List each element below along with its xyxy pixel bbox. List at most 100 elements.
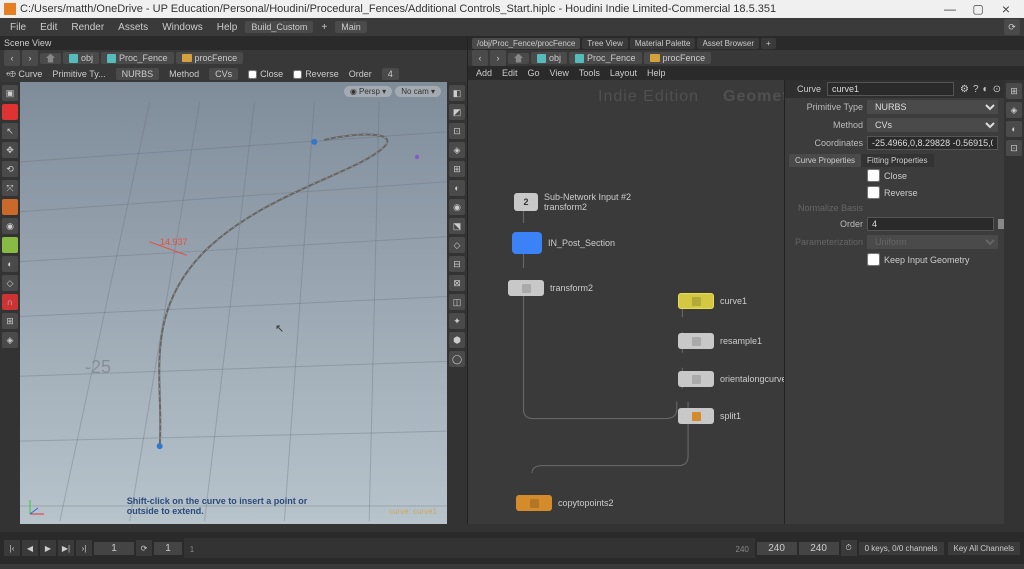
disp-b-icon[interactable]: ◩ [449,104,465,120]
disp-m-icon[interactable]: ✦ [449,313,465,329]
menu-edit[interactable]: Edit [34,20,63,35]
bc-obj[interactable]: obj [63,52,99,64]
play-prev-icon[interactable]: ◀ [22,540,38,556]
play-end-icon[interactable]: ›| [76,540,92,556]
tool-rotate-icon[interactable]: ⟲ [2,161,18,177]
disp-i-icon[interactable]: ◇ [449,237,465,253]
close-checkbox[interactable]: Close [248,69,283,79]
disp-f-icon[interactable]: ◐ [449,180,465,196]
tool-green-icon[interactable] [2,237,18,253]
menu-windows[interactable]: Windows [156,20,209,35]
tool-select-icon[interactable]: ▣ [2,85,18,101]
net-bc-home[interactable] [508,53,529,64]
gear-icon[interactable]: ⚙ [960,84,969,95]
order-field[interactable]: 4 [382,68,399,80]
net-bc-proc[interactable]: Proc_Fence [569,52,642,64]
help-icon[interactable]: ? [973,84,979,95]
tab-matpal[interactable]: Material Palette [630,38,696,49]
tab-assetbrowser[interactable]: Asset Browser [697,38,759,49]
disp-n-icon[interactable]: ⬢ [449,332,465,348]
play-icon[interactable]: ▶ [40,540,56,556]
tool-e-icon[interactable]: ◈ [2,332,18,348]
menu-file[interactable]: File [4,20,32,35]
bc-folder[interactable]: procFence [176,52,244,64]
tool-scale-icon[interactable]: ⤧ [2,180,18,196]
node-resample1[interactable]: resample1 [678,333,762,349]
tool-c-icon[interactable]: ◇ [2,275,18,291]
primtype-combo[interactable]: NURBS [116,68,160,80]
tool-red-icon[interactable] [2,104,18,120]
coord-param[interactable] [867,136,998,150]
node-copytopoints[interactable]: copytopoints2 [516,495,614,511]
netmenu-edit[interactable]: Edit [502,68,518,78]
close-param[interactable] [867,169,880,182]
tab-treeview[interactable]: Tree View [582,38,628,49]
node-subnet-input[interactable]: 2 Sub-Network Input #2 transform2 [514,192,631,212]
disp-g-icon[interactable]: ◉ [449,199,465,215]
back-icon[interactable]: ‹ [4,50,20,66]
netmenu-layout[interactable]: Layout [610,68,637,78]
disp-k-icon[interactable]: ⊠ [449,275,465,291]
disp-d-icon[interactable]: ◈ [449,142,465,158]
loop-icon[interactable]: ⟳ [136,540,152,556]
primtype-param[interactable]: NURBS [867,100,998,114]
order-param[interactable] [867,217,994,231]
forward-icon[interactable]: › [22,50,38,66]
menu-help[interactable]: Help [211,20,244,35]
keys-status[interactable]: 0 keys, 0/0 channels [859,542,944,555]
tool-d-icon[interactable]: ⊞ [2,313,18,329]
method-param[interactable]: CVs [867,118,998,132]
node-in-post[interactable]: IN_Post_Section [512,232,615,254]
netmenu-go[interactable]: Go [528,68,540,78]
net-bc-folder[interactable]: procFence [644,52,712,64]
net-back-icon[interactable]: ‹ [472,50,488,66]
node-curve1[interactable]: curve1 [678,293,747,309]
tool-orange-icon[interactable] [2,199,18,215]
desktop-build[interactable]: Build_Custom [245,21,313,33]
network-editor[interactable]: Indie Edition Geometry [468,80,784,524]
menu-assets[interactable]: Assets [112,20,154,35]
disp-a-icon[interactable]: ◧ [449,85,465,101]
maximize-button[interactable]: ▢ [964,0,992,18]
tool-b-icon[interactable]: ◐ [2,256,18,272]
disp-c-icon[interactable]: ⊡ [449,123,465,139]
key-all-button[interactable]: Key All Channels [948,542,1020,555]
nettool-d-icon[interactable]: ⊡ [1006,140,1022,156]
tab-fitting-props[interactable]: Fitting Properties [861,154,933,167]
node-transform2[interactable]: transform2 [508,280,593,296]
realtime-icon[interactable]: ⏱ [841,540,857,556]
camera-toggle[interactable]: No cam ▾ [395,86,441,97]
tool-a-icon[interactable]: ◉ [2,218,18,234]
viewport-3d[interactable]: ◉ Persp ▾ No cam ▾ 14.937 -25 ↖ Shift-cl… [20,82,447,524]
netmenu-add[interactable]: Add [476,68,492,78]
method-combo[interactable]: CVs [209,68,238,80]
tab-add[interactable]: + [761,38,776,49]
scene-view-tab[interactable]: Scene View [0,36,467,50]
minimize-button[interactable]: — [936,0,964,18]
disp-l-icon[interactable]: ◫ [449,294,465,310]
menu-render[interactable]: Render [65,20,110,35]
disp-h-icon[interactable]: ⬔ [449,218,465,234]
net-fwd-icon[interactable]: › [490,50,506,66]
disp-j-icon[interactable]: ⊟ [449,256,465,272]
update-mode-icon[interactable]: ⟳ [1004,19,1020,35]
timeline-scrub[interactable] [0,524,1024,532]
play-next-icon[interactable]: ▶| [58,540,74,556]
nettool-b-icon[interactable]: ◈ [1006,102,1022,118]
tool-arrow-icon[interactable]: ↖ [2,123,18,139]
tool-magnet-icon[interactable]: ∩ [2,294,18,310]
netmenu-help[interactable]: Help [647,68,666,78]
desktop-main[interactable]: Main [335,21,367,33]
node-split1[interactable]: split1 [678,408,741,424]
desktop-add[interactable]: + [315,22,333,33]
bc-home[interactable] [40,53,61,64]
play-start-icon[interactable]: |‹ [4,540,20,556]
netmenu-view[interactable]: View [550,68,569,78]
path-chip[interactable]: /obj/Proc_Fence/procFence [472,38,580,49]
pin-icon[interactable]: ⊙ [993,84,1001,95]
frame-end2[interactable]: 240 [799,542,839,555]
net-bc-obj[interactable]: obj [531,52,567,64]
frame-end[interactable]: 240 [757,542,797,555]
bc-proc[interactable]: Proc_Fence [101,52,174,64]
keep-input-param[interactable] [867,253,880,266]
